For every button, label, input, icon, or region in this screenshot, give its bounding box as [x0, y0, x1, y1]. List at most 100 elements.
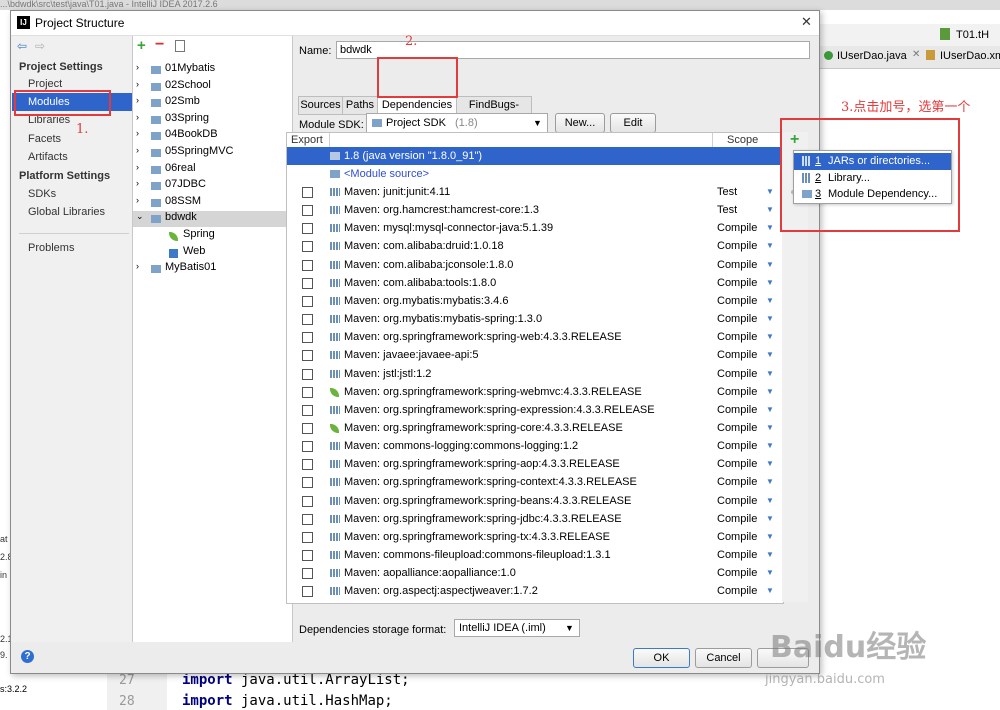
dependency-row[interactable]: Maven: org.springframework:spring-tx:4.3…: [287, 528, 783, 546]
scope-select[interactable]: Compile: [717, 310, 757, 328]
dependency-row[interactable]: Maven: org.mybatis:mybatis-spring:1.3.0 C…: [287, 310, 783, 328]
dependency-row[interactable]: Maven: org.springframework:spring-core:4…: [287, 419, 783, 437]
chevron-down-icon[interactable]: ▼: [766, 546, 774, 564]
export-checkbox[interactable]: [302, 350, 313, 362]
scope-select[interactable]: Compile: [717, 401, 757, 419]
chevron-down-icon[interactable]: ⌄: [136, 211, 144, 222]
chevron-down-icon[interactable]: ▼: [766, 274, 774, 292]
chevron-down-icon[interactable]: ▼: [766, 401, 774, 419]
chevron-down-icon[interactable]: ▼: [766, 455, 774, 473]
chevron-down-icon[interactable]: ▼: [766, 237, 774, 255]
export-checkbox[interactable]: [302, 259, 313, 271]
export-checkbox[interactable]: [302, 568, 313, 580]
forward-arrow-icon[interactable]: ⇨: [35, 39, 45, 53]
nav-item-global-libraries[interactable]: Global Libraries: [28, 206, 105, 218]
scope-select[interactable]: Compile: [717, 346, 757, 364]
module-row[interactable]: › 04BookDB: [133, 128, 292, 144]
export-checkbox[interactable]: [302, 531, 313, 543]
help-icon[interactable]: ?: [21, 650, 34, 663]
dependency-row[interactable]: Maven: javaee:javaee-api:5 Compile ▼: [287, 346, 783, 364]
tab-sources[interactable]: Sources: [298, 96, 343, 115]
chevron-right-icon[interactable]: ›: [136, 178, 139, 188]
dependency-row[interactable]: Maven: org.springframework:spring-web:4.…: [287, 328, 783, 346]
module-row[interactable]: › 08SSM: [133, 195, 292, 211]
dependency-row[interactable]: Maven: org.springframework:spring-jdbc:4…: [287, 510, 783, 528]
scope-select[interactable]: Compile: [717, 237, 757, 255]
export-checkbox[interactable]: [302, 386, 313, 398]
close-icon[interactable]: ✕: [912, 49, 920, 60]
scope-select[interactable]: Compile: [717, 274, 757, 292]
export-checkbox[interactable]: [302, 368, 313, 380]
code-line[interactable]: import java.util.ArrayList;: [182, 672, 410, 688]
chevron-down-icon[interactable]: ▼: [766, 365, 774, 383]
export-checkbox[interactable]: [302, 295, 313, 307]
dependency-row[interactable]: Maven: org.springframework:spring-aop:4.…: [287, 455, 783, 473]
scope-select[interactable]: Compile: [717, 292, 757, 310]
scope-select[interactable]: Compile: [717, 256, 757, 274]
chevron-down-icon[interactable]: ▼: [766, 473, 774, 491]
ok-button[interactable]: OK: [633, 648, 690, 668]
chevron-right-icon[interactable]: ›: [136, 162, 139, 172]
export-checkbox[interactable]: [302, 586, 313, 598]
export-checkbox[interactable]: [302, 404, 313, 416]
chevron-right-icon[interactable]: ›: [136, 128, 139, 138]
dependency-row[interactable]: Maven: org.springframework:spring-contex…: [287, 473, 783, 491]
export-checkbox[interactable]: [302, 477, 313, 489]
chevron-down-icon[interactable]: ▼: [766, 183, 774, 201]
chevron-right-icon[interactable]: ›: [136, 112, 139, 122]
chevron-down-icon[interactable]: ▼: [766, 201, 774, 219]
new-sdk-button[interactable]: New...: [555, 113, 605, 133]
scope-select[interactable]: Compile: [717, 383, 757, 401]
chevron-down-icon[interactable]: ▼: [766, 582, 774, 600]
dependency-row[interactable]: Maven: mysql:mysql-connector-java:5.1.39…: [287, 219, 783, 237]
chevron-down-icon[interactable]: ▼: [766, 219, 774, 237]
scope-column-header[interactable]: Scope: [713, 133, 783, 147]
module-row[interactable]: › 02School: [133, 79, 292, 95]
scope-select[interactable]: Compile: [717, 328, 757, 346]
dependency-row[interactable]: Maven: com.alibaba:druid:1.0.18 Compile ▼: [287, 237, 783, 255]
chevron-down-icon[interactable]: ▼: [766, 564, 774, 582]
scope-select[interactable]: Compile: [717, 564, 757, 582]
run-icon[interactable]: [940, 28, 950, 40]
chevron-down-icon[interactable]: ▼: [766, 346, 774, 364]
chevron-down-icon[interactable]: ▼: [766, 528, 774, 546]
scope-select[interactable]: Compile: [717, 582, 757, 600]
chevron-down-icon[interactable]: ▼: [766, 310, 774, 328]
module-row[interactable]: › 02Smb: [133, 95, 292, 111]
chevron-down-icon[interactable]: ▼: [766, 437, 774, 455]
dependency-row[interactable]: Maven: org.mybatis:mybatis:3.4.6 Compile ▼: [287, 292, 783, 310]
export-checkbox[interactable]: [302, 513, 313, 525]
scope-select[interactable]: Compile: [717, 455, 757, 473]
module-sdk-select[interactable]: Project SDK (1.8) ▼: [366, 113, 548, 133]
nav-item-project[interactable]: Project: [28, 78, 62, 90]
export-checkbox[interactable]: [302, 241, 313, 253]
scope-select[interactable]: Compile: [717, 546, 757, 564]
chevron-right-icon[interactable]: ›: [136, 95, 139, 105]
chevron-right-icon[interactable]: ›: [136, 261, 139, 271]
dependency-row[interactable]: Maven: com.alibaba:jconsole:1.8.0 Compile…: [287, 256, 783, 274]
storage-format-select[interactable]: IntelliJ IDEA (.iml) ▼: [454, 619, 580, 637]
module-row[interactable]: ⌄ bdwdk: [133, 211, 292, 228]
export-checkbox[interactable]: [302, 314, 313, 326]
chevron-down-icon[interactable]: ▼: [766, 292, 774, 310]
nav-item-problems[interactable]: Problems: [28, 242, 74, 254]
dependency-row[interactable]: Maven: org.springframework:spring-webmvc…: [287, 383, 783, 401]
export-column-header[interactable]: Export: [287, 133, 330, 147]
add-module-icon[interactable]: +: [137, 37, 146, 54]
chevron-down-icon[interactable]: ▼: [766, 419, 774, 437]
module-row[interactable]: › 07JDBC: [133, 178, 292, 194]
scope-select[interactable]: Compile: [717, 510, 757, 528]
export-checkbox[interactable]: [302, 422, 313, 434]
scope-select[interactable]: Compile: [717, 365, 757, 383]
dependency-row[interactable]: Maven: org.hamcrest:hamcrest-core:1.3 Tes…: [287, 201, 783, 219]
close-icon[interactable]: ✕: [801, 14, 812, 30]
chevron-down-icon[interactable]: ▼: [766, 492, 774, 510]
sdk-row[interactable]: 1.8 (java version "1.8.0_91"): [287, 147, 783, 165]
code-line[interactable]: import java.util.HashMap;: [182, 693, 393, 709]
editor-tab-t01[interactable]: T01.tH: [956, 29, 989, 41]
nav-item-sdks[interactable]: SDKs: [28, 188, 56, 200]
chevron-right-icon[interactable]: ›: [136, 79, 139, 89]
export-checkbox[interactable]: [302, 441, 313, 453]
scope-select[interactable]: Test: [717, 183, 737, 201]
export-checkbox[interactable]: [302, 187, 313, 198]
